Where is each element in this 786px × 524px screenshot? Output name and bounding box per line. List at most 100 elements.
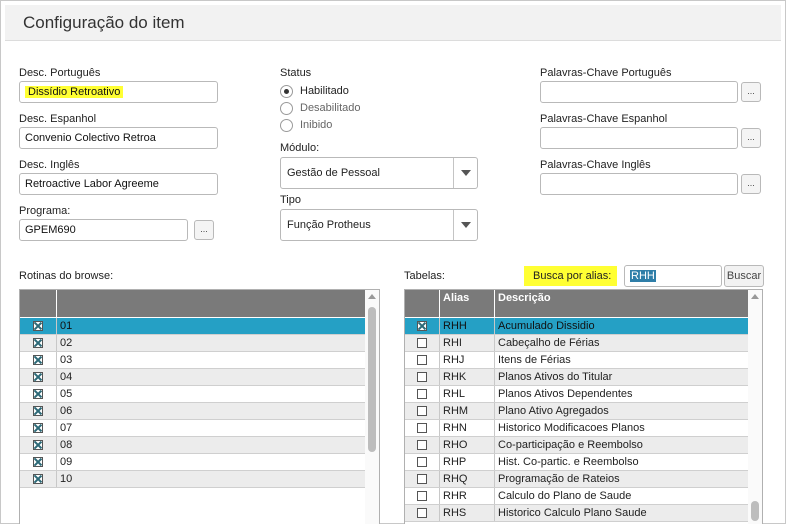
- checkbox-empty-icon[interactable]: [417, 389, 427, 399]
- desc-pt-field[interactable]: Dissídio Retroativo: [19, 81, 218, 103]
- table-row[interactable]: RHK Planos Ativos do Titular: [405, 369, 748, 386]
- row-check-cell[interactable]: [405, 403, 440, 419]
- checkbox-empty-icon[interactable]: [417, 372, 427, 382]
- alias-search-input[interactable]: RHH: [624, 265, 722, 287]
- scroll-up-icon[interactable]: [751, 294, 759, 299]
- status-radio-inhibited[interactable]: Inibido: [280, 117, 332, 133]
- row-check-cell[interactable]: [20, 335, 57, 351]
- scroll-thumb[interactable]: [368, 307, 376, 452]
- checkbox-empty-icon[interactable]: [417, 491, 427, 501]
- checkbox-empty-icon[interactable]: [417, 338, 427, 348]
- desc-en-field[interactable]: Retroactive Labor Agreeme: [19, 173, 218, 195]
- row-description-cell: Historico Modificacoes Planos: [498, 422, 645, 434]
- table-row[interactable]: RHM Plano Ativo Agregados: [405, 403, 748, 420]
- row-check-cell[interactable]: [405, 454, 440, 470]
- checkbox-checked-icon[interactable]: [33, 389, 43, 399]
- header-alias-cell[interactable]: Alias: [440, 290, 495, 317]
- kw-es-field[interactable]: [540, 127, 738, 149]
- header-name-cell[interactable]: [57, 290, 365, 317]
- row-check-cell[interactable]: [20, 386, 57, 402]
- header-check-cell[interactable]: [405, 290, 440, 317]
- kw-es-lookup-button[interactable]: ...: [741, 128, 761, 148]
- row-check-cell[interactable]: [405, 488, 440, 504]
- kw-pt-lookup-button[interactable]: ...: [741, 82, 761, 102]
- row-check-cell[interactable]: [405, 437, 440, 453]
- row-check-cell[interactable]: [20, 352, 57, 368]
- search-button[interactable]: Buscar: [724, 265, 764, 287]
- status-radio-disabled[interactable]: Desabilitado: [280, 100, 361, 116]
- checkbox-empty-icon[interactable]: [417, 440, 427, 450]
- checkbox-empty-icon[interactable]: [417, 474, 427, 484]
- row-check-cell[interactable]: [20, 437, 57, 453]
- checkbox-checked-icon[interactable]: [33, 474, 43, 484]
- row-check-cell[interactable]: [20, 454, 57, 470]
- table-row[interactable]: RHO Co-participação e Reembolso: [405, 437, 748, 454]
- desc-es-field[interactable]: Convenio Colectivo Retroa: [19, 127, 218, 149]
- tables-scrollbar[interactable]: [748, 290, 762, 524]
- browse-row[interactable]: 06: [20, 403, 365, 420]
- table-row[interactable]: RHQ Programação de Rateios: [405, 471, 748, 488]
- row-alias-cell: RHL: [440, 386, 495, 402]
- row-check-cell[interactable]: [405, 505, 440, 521]
- checkbox-checked-icon[interactable]: [33, 406, 43, 416]
- checkbox-checked-icon[interactable]: [33, 372, 43, 382]
- browse-row[interactable]: 09: [20, 454, 365, 471]
- browse-row[interactable]: 04: [20, 369, 365, 386]
- table-row[interactable]: RHN Historico Modificacoes Planos: [405, 420, 748, 437]
- checkbox-empty-icon[interactable]: [417, 457, 427, 467]
- browse-scrollbar[interactable]: [365, 290, 379, 524]
- row-check-cell[interactable]: [405, 471, 440, 487]
- checkbox-checked-icon[interactable]: [417, 321, 427, 331]
- header-check-cell[interactable]: [20, 290, 57, 317]
- scroll-thumb[interactable]: [751, 501, 759, 521]
- chevron-down-icon[interactable]: [453, 210, 477, 240]
- module-select[interactable]: Gestão de Pessoal: [280, 157, 478, 189]
- table-row[interactable]: RHR Calculo do Plano de Saude: [405, 488, 748, 505]
- kw-en-lookup-button[interactable]: ...: [741, 174, 761, 194]
- row-check-cell[interactable]: [20, 369, 57, 385]
- table-row[interactable]: RHL Planos Ativos Dependentes: [405, 386, 748, 403]
- browse-row[interactable]: 01: [20, 318, 365, 335]
- browse-row[interactable]: 02: [20, 335, 365, 352]
- desc-en-label: Desc. Inglês: [19, 159, 80, 171]
- kw-pt-field[interactable]: [540, 81, 738, 103]
- status-radio-enabled[interactable]: Habilitado: [280, 83, 349, 99]
- row-check-cell[interactable]: [405, 335, 440, 351]
- type-select[interactable]: Função Protheus: [280, 209, 478, 241]
- checkbox-checked-icon[interactable]: [33, 440, 43, 450]
- browse-row[interactable]: 08: [20, 437, 365, 454]
- checkbox-empty-icon[interactable]: [417, 508, 427, 518]
- table-row[interactable]: RHJ Itens de Férias: [405, 352, 748, 369]
- program-lookup-button[interactable]: ...: [194, 220, 214, 240]
- checkbox-checked-icon[interactable]: [33, 355, 43, 365]
- table-row[interactable]: RHI Cabeçalho de Férias: [405, 335, 748, 352]
- scroll-up-icon[interactable]: [368, 294, 376, 299]
- row-check-cell[interactable]: [405, 352, 440, 368]
- checkbox-checked-icon[interactable]: [33, 321, 43, 331]
- row-check-cell[interactable]: [405, 318, 440, 334]
- checkbox-checked-icon[interactable]: [33, 338, 43, 348]
- header-description-cell[interactable]: Descrição: [495, 290, 748, 317]
- table-row[interactable]: RHH Acumulado Dissidio: [405, 318, 748, 335]
- kw-en-field[interactable]: [540, 173, 738, 195]
- program-field[interactable]: GPEM690: [19, 219, 188, 241]
- row-check-cell[interactable]: [20, 403, 57, 419]
- table-row[interactable]: RHP Hist. Co-partic. e Reembolso: [405, 454, 748, 471]
- checkbox-empty-icon[interactable]: [417, 355, 427, 365]
- row-check-cell[interactable]: [405, 369, 440, 385]
- row-check-cell[interactable]: [20, 471, 57, 487]
- browse-row[interactable]: 07: [20, 420, 365, 437]
- browse-row[interactable]: 03: [20, 352, 365, 369]
- checkbox-checked-icon[interactable]: [33, 457, 43, 467]
- checkbox-checked-icon[interactable]: [33, 423, 43, 433]
- row-check-cell[interactable]: [405, 420, 440, 436]
- row-check-cell[interactable]: [405, 386, 440, 402]
- browse-row[interactable]: 10: [20, 471, 365, 488]
- chevron-down-icon[interactable]: [453, 158, 477, 188]
- row-check-cell[interactable]: [20, 318, 57, 334]
- row-check-cell[interactable]: [20, 420, 57, 436]
- browse-row[interactable]: 05: [20, 386, 365, 403]
- checkbox-empty-icon[interactable]: [417, 423, 427, 433]
- checkbox-empty-icon[interactable]: [417, 406, 427, 416]
- table-row[interactable]: RHS Historico Calculo Plano Saude: [405, 505, 748, 522]
